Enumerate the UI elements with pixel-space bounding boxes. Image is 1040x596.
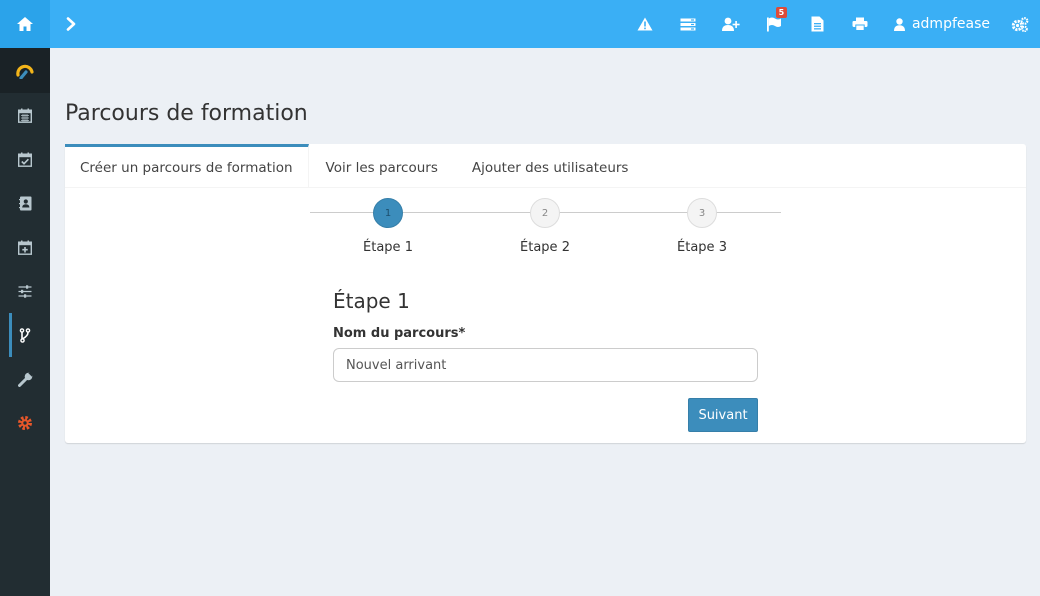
file-text-icon — [811, 16, 824, 32]
sidebar-item-settings[interactable] — [0, 401, 50, 445]
sidebar-item-training-paths[interactable] — [0, 313, 50, 357]
sidebar — [0, 48, 50, 596]
page-title: Parcours de formation — [65, 101, 308, 126]
print-button[interactable] — [839, 0, 882, 48]
flag-button[interactable]: 5 — [753, 0, 796, 48]
home-button[interactable] — [0, 0, 50, 48]
sliders-icon — [18, 284, 32, 298]
navbar-right-menu: 5 admpfease — [624, 0, 1040, 48]
print-icon — [852, 17, 868, 31]
user-icon — [893, 17, 905, 31]
step-1-circle: 1 — [373, 198, 403, 228]
training-path-panel: Créer un parcours de formation Voir les … — [65, 144, 1026, 443]
sidebar-toggle-button[interactable] — [60, 12, 82, 36]
step-1-label: Étape 1 — [363, 240, 413, 255]
step-2[interactable]: 2 Étape 2 — [505, 198, 585, 255]
sidebar-item-calendar-plus[interactable] — [0, 225, 50, 269]
next-button[interactable]: Suivant — [688, 398, 758, 432]
path-name-label: Nom du parcours* — [333, 326, 466, 341]
chevron-right-icon — [66, 17, 76, 31]
wrench-icon — [17, 372, 32, 387]
step-3[interactable]: 3 Étape 3 — [662, 198, 742, 255]
server-icon — [680, 18, 696, 30]
form-heading: Étape 1 — [333, 289, 410, 313]
tab-create-path[interactable]: Créer un parcours de formation — [65, 144, 309, 188]
alerts-badge: 5 — [775, 7, 787, 18]
step-2-label: Étape 2 — [520, 240, 570, 255]
step-1[interactable]: 1 Étape 1 — [348, 198, 428, 255]
calendar-check-icon — [18, 152, 32, 167]
address-book-icon — [18, 196, 31, 210]
step-1-form: Étape 1 Nom du parcours* Suivant — [333, 289, 758, 432]
step-2-circle: 2 — [530, 198, 560, 228]
step-3-label: Étape 3 — [677, 240, 727, 255]
user-menu[interactable]: admpfease — [882, 0, 1000, 48]
path-name-input[interactable] — [333, 348, 758, 382]
document-button[interactable] — [796, 0, 839, 48]
tab-view-paths[interactable]: Voir les parcours — [309, 144, 455, 188]
user-plus-icon — [722, 17, 741, 31]
gear-icon — [18, 416, 32, 430]
step-3-circle: 3 — [687, 198, 717, 228]
warning-button[interactable] — [624, 0, 667, 48]
tab-bar: Créer un parcours de formation Voir les … — [65, 144, 1026, 188]
server-button[interactable] — [667, 0, 710, 48]
code-fork-icon — [19, 327, 31, 343]
step-wizard: 1 Étape 1 2 Étape 2 3 Étape 3 — [310, 198, 781, 258]
calendar-plus-icon — [18, 240, 32, 255]
sidebar-item-address-book[interactable] — [0, 181, 50, 225]
flag-icon — [767, 17, 782, 31]
cogs-icon — [1011, 16, 1029, 32]
top-navbar: 5 admpfease — [0, 0, 1040, 48]
sidebar-item-dashboard[interactable] — [0, 48, 50, 93]
sidebar-item-calendar[interactable] — [0, 93, 50, 137]
warning-icon — [637, 17, 653, 31]
sidebar-item-tools[interactable] — [0, 357, 50, 401]
tab-add-users[interactable]: Ajouter des utilisateurs — [455, 144, 646, 188]
settings-button[interactable] — [1000, 0, 1040, 48]
home-icon — [17, 17, 33, 31]
sidebar-item-calendar-check[interactable] — [0, 137, 50, 181]
dashboard-logo-icon — [16, 64, 34, 79]
calendar-icon — [18, 108, 32, 123]
sidebar-item-settings-sliders[interactable] — [0, 269, 50, 313]
username-label: admpfease — [911, 16, 990, 32]
add-user-button[interactable] — [710, 0, 753, 48]
